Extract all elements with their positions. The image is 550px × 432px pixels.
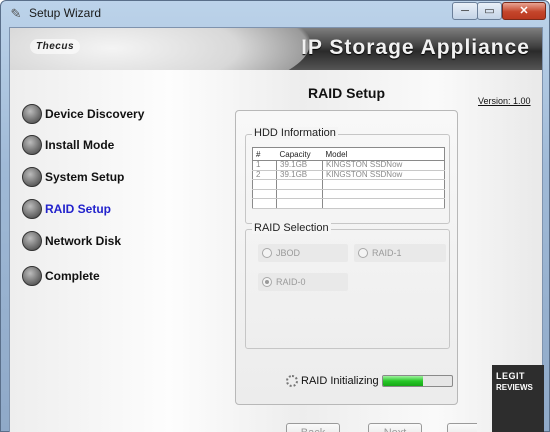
step-bullet-icon [22,199,42,219]
window-title: Setup Wizard [29,6,102,20]
minimize-button[interactable]: ─ [452,2,478,20]
wizard-content: Thecus IP Storage Appliance Device Disco… [9,27,543,432]
nav-label: Network Disk [45,234,122,248]
main-area: Device Discovery Install Mode System Set… [10,70,542,432]
cell-number: 1 [252,160,277,171]
raid-init-status: RAID Initializing [286,373,379,389]
hdd-group-title: HDD Information [252,127,338,139]
nav-item-complete[interactable]: Complete [22,265,100,287]
cell-capacity [276,198,323,209]
back-button[interactable]: Back [286,423,340,432]
step-bullet-icon [22,266,42,286]
nav-item-network-disk[interactable]: Network Disk [22,230,121,252]
hdd-table[interactable]: # Capacity Model 1 39.1GB KINGSTON SSDNo… [252,147,445,209]
table-row[interactable]: 1 39.1GB KINGSTON SSDNow [252,160,445,171]
cell-model [322,198,445,209]
cell-number: 2 [252,170,277,181]
radio-selected-icon [262,277,272,287]
raid-selection-group: RAID Selection JBOD RAID-1 RAID-0 [245,222,450,349]
wizard-app-icon: ✎ [10,6,22,21]
cell-model: KINGSTON SSDNow [322,160,445,171]
table-row[interactable] [252,189,445,200]
legit-reviews-watermark: LEGIT REVIEWS [492,365,544,432]
setup-wizard-window: ✎ Setup Wizard ─ ▭ ✕ Thecus IP Storage A… [0,0,550,432]
page-title: RAID Setup [308,85,385,101]
column-header-model: Model [322,147,445,161]
nav-label: Device Discovery [45,107,145,121]
radio-circle-icon [262,248,272,258]
table-row[interactable]: 2 39.1GB KINGSTON SSDNow [252,170,445,181]
spinner-icon [286,375,298,387]
cell-capacity [276,179,323,190]
maximize-button[interactable]: ▭ [477,2,502,20]
version-link[interactable]: Version: 1.00 [478,96,531,106]
step-bullet-icon [22,135,42,155]
nav-label: Complete [45,269,100,283]
progress-bar [382,375,453,387]
thecus-logo: Thecus [30,39,81,54]
status-label: RAID Initializing [301,375,379,387]
cell-model [322,189,445,200]
cell-number [252,179,277,190]
radio-label-raid1: RAID-1 [372,248,402,258]
step-bullet-icon [22,104,42,124]
cell-capacity: 39.1GB [276,170,323,181]
radio-jbod[interactable]: JBOD [258,244,348,262]
close-button[interactable]: ✕ [502,2,546,20]
raid-group-title: RAID Selection [252,222,331,234]
nav-label: Install Mode [45,138,115,152]
hdd-information-group: HDD Information # Capacity Model 1 39.1G… [245,127,450,224]
radio-label-raid0: RAID-0 [276,277,306,287]
radio-label-jbod: JBOD [276,248,301,258]
header-banner: Thecus IP Storage Appliance [10,28,542,70]
nav-item-device-discovery[interactable]: Device Discovery [22,103,144,125]
radio-raid0[interactable]: RAID-0 [258,273,348,291]
nav-label: System Setup [45,170,125,184]
cell-capacity: 39.1GB [276,160,323,171]
radio-circle-icon [358,248,368,258]
cell-capacity [276,189,323,200]
step-bullet-icon [22,167,42,187]
cell-number [252,198,277,209]
raid-setup-panel: HDD Information # Capacity Model 1 39.1G… [235,110,458,405]
cell-model [322,179,445,190]
step-bullet-icon [22,231,42,251]
next-button[interactable]: Next [368,423,422,432]
table-row[interactable] [252,198,445,209]
title-bar[interactable]: ✎ Setup Wizard ─ ▭ ✕ [1,1,549,27]
nav-item-system-setup[interactable]: System Setup [22,166,124,188]
progress-fill [383,376,424,386]
column-header-number: # [252,147,277,161]
banner-title: IP Storage Appliance [301,36,530,59]
cell-number [252,189,277,200]
nav-item-raid-setup[interactable]: RAID Setup [22,198,111,220]
table-row[interactable] [252,179,445,190]
cell-model: KINGSTON SSDNow [322,170,445,181]
nav-label-active: RAID Setup [45,202,111,216]
radio-raid1[interactable]: RAID-1 [354,244,446,262]
watermark-line1: LEGIT [496,371,525,381]
table-header-row: # Capacity Model [252,147,445,161]
finish-button[interactable] [447,423,477,432]
watermark-line2: REVIEWS [496,383,533,392]
nav-item-install-mode[interactable]: Install Mode [22,134,114,156]
column-header-capacity: Capacity [276,147,323,161]
